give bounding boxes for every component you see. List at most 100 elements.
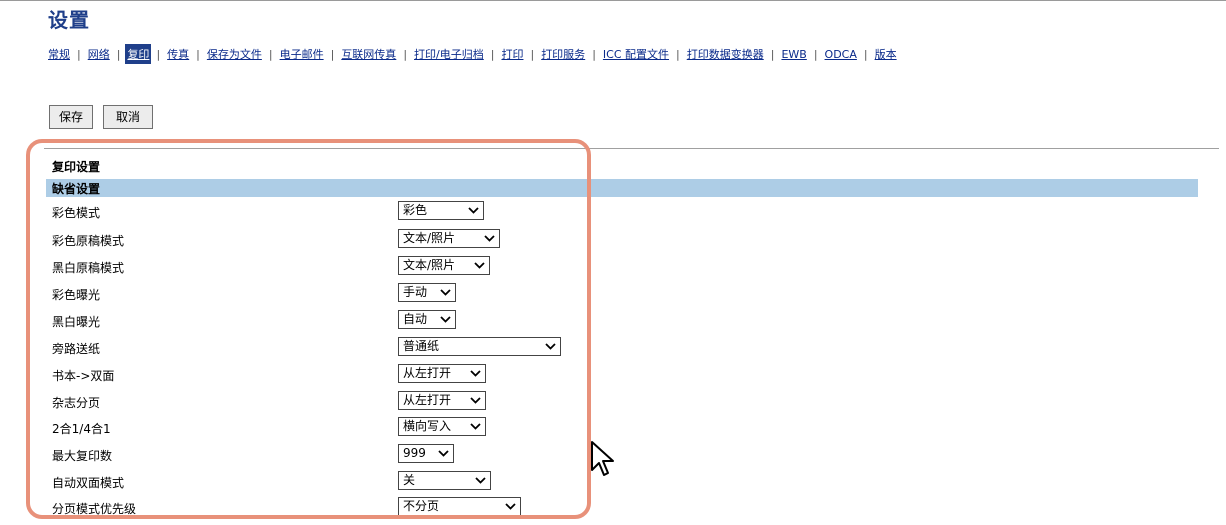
select-value: 关: [403, 473, 416, 487]
bw-original-mode-select[interactable]: 文本/照片: [398, 256, 490, 275]
bw-exposure-select[interactable]: 自动: [398, 310, 456, 329]
chevron-down-icon: [545, 343, 556, 350]
tab-print-efiling[interactable]: 打印/电子归档: [412, 44, 486, 64]
tab-icc-profile[interactable]: ICC 配置文件: [601, 44, 671, 64]
mouse-pointer-icon: [591, 441, 614, 476]
setting-row-color-original-mode: 彩色原稿模式 文本/照片: [0, 229, 600, 251]
sort-mode-priority-select[interactable]: 不分页: [398, 497, 521, 516]
tab-separator: |: [770, 47, 775, 61]
tab-separator: |: [156, 47, 161, 61]
section-band: [46, 179, 1198, 197]
top-border: [0, 0, 1226, 1]
auto-duplex-mode-select[interactable]: 关: [398, 471, 491, 490]
settings-page: 设置 常规 | 网络 | 复印 | 传真 | 保存为文件 | 电子邮件 | 互联…: [0, 0, 1226, 525]
select-value: 手动: [403, 285, 428, 299]
select-value: 普通纸: [403, 339, 440, 353]
tab-version[interactable]: 版本: [873, 44, 899, 64]
chevron-down-icon: [470, 370, 481, 377]
chevron-down-icon: [438, 450, 449, 457]
setting-row-sort-mode-priority: 分页模式优先级 不分页: [0, 497, 600, 519]
divider: [44, 148, 1219, 149]
setting-label: 旁路送纸: [52, 342, 101, 356]
select-value: 横向写入: [403, 419, 452, 433]
chevron-down-icon: [440, 316, 451, 323]
setting-row-magazine-sort: 杂志分页 从左打开: [0, 391, 600, 413]
tab-separator: |: [330, 47, 335, 61]
magazine-sort-select[interactable]: 从左打开: [398, 391, 486, 410]
tab-print-service[interactable]: 打印服务: [539, 44, 587, 64]
setting-label: 书本->双面: [52, 369, 115, 383]
setting-row-max-copies: 最大复印数 999: [0, 444, 600, 466]
select-value: 不分页: [403, 499, 440, 513]
page-title: 设置: [48, 8, 90, 32]
max-copies-select[interactable]: 999: [398, 444, 454, 463]
tab-copy[interactable]: 复印: [125, 44, 152, 64]
tab-separator: |: [268, 47, 273, 61]
tab-separator: |: [490, 47, 495, 61]
select-value: 999: [403, 446, 426, 460]
tab-separator: |: [77, 47, 81, 61]
tab-general[interactable]: 常规: [46, 44, 72, 64]
tab-odca[interactable]: ODCA: [823, 46, 859, 63]
tab-separator: |: [592, 47, 596, 61]
setting-row-auto-duplex-mode: 自动双面模式 关: [0, 471, 600, 493]
setting-row-bypass-feed: 旁路送纸 普通纸: [0, 337, 600, 359]
setting-label: 2合1/4合1: [52, 422, 111, 436]
setting-label: 黑白曝光: [52, 315, 101, 329]
cancel-button[interactable]: 取消: [103, 105, 153, 129]
2in1-4in1-select[interactable]: 横向写入: [398, 417, 486, 436]
setting-label: 分页模式优先级: [52, 502, 137, 516]
select-value: 彩色: [403, 203, 428, 217]
setting-row-color-mode: 彩色模式 彩色: [0, 201, 600, 223]
tab-separator: |: [676, 47, 680, 61]
bypass-feed-select[interactable]: 普通纸: [398, 337, 561, 356]
setting-label: 彩色曝光: [52, 288, 101, 302]
tab-separator: |: [196, 47, 200, 61]
tab-fax[interactable]: 传真: [165, 44, 191, 64]
setting-label: 彩色原稿模式: [52, 234, 125, 248]
chevron-down-icon: [440, 289, 451, 296]
tab-separator: |: [813, 47, 818, 61]
chevron-down-icon: [468, 207, 479, 214]
select-value: 自动: [403, 312, 428, 326]
tab-separator: |: [116, 47, 121, 61]
tab-internet-fax[interactable]: 互联网传真: [339, 44, 398, 64]
tab-network[interactable]: 网络: [86, 44, 112, 64]
chevron-down-icon: [475, 477, 486, 484]
tab-ewb[interactable]: EWB: [779, 46, 808, 63]
setting-row-bw-exposure: 黑白曝光 自动: [0, 310, 600, 332]
tab-separator: |: [530, 47, 535, 61]
color-original-mode-select[interactable]: 文本/照片: [398, 229, 500, 248]
book-to-duplex-select[interactable]: 从左打开: [398, 364, 486, 383]
setting-row-bw-original-mode: 黑白原稿模式 文本/照片: [0, 256, 600, 278]
color-mode-select[interactable]: 彩色: [398, 201, 484, 220]
setting-row-2in1-4in1: 2合1/4合1 横向写入: [0, 417, 600, 439]
chevron-down-icon: [505, 503, 516, 510]
select-value: 文本/照片: [403, 231, 456, 245]
tab-save-as-file[interactable]: 保存为文件: [205, 44, 264, 64]
setting-label: 杂志分页: [52, 396, 101, 410]
setting-label: 彩色模式: [52, 206, 101, 220]
tab-print-data-converter[interactable]: 打印数据变换器: [685, 44, 766, 64]
setting-label: 黑白原稿模式: [52, 261, 125, 275]
chevron-down-icon: [470, 423, 481, 430]
band-label: 缺省设置: [52, 182, 101, 196]
select-value: 从左打开: [403, 366, 452, 380]
setting-label: 自动双面模式: [52, 476, 125, 490]
section-title: 复印设置: [52, 160, 101, 174]
tab-print[interactable]: 打印: [499, 44, 525, 64]
chevron-down-icon: [470, 397, 481, 404]
tab-bar: 常规 | 网络 | 复印 | 传真 | 保存为文件 | 电子邮件 | 互联网传真…: [46, 44, 899, 64]
chevron-down-icon: [484, 235, 495, 242]
color-exposure-select[interactable]: 手动: [398, 283, 456, 302]
tab-separator: |: [863, 47, 868, 61]
tab-email[interactable]: 电子邮件: [278, 44, 326, 64]
select-value: 从左打开: [403, 393, 452, 407]
save-button[interactable]: 保存: [49, 105, 93, 129]
setting-row-color-exposure: 彩色曝光 手动: [0, 283, 600, 305]
select-value: 文本/照片: [403, 258, 456, 272]
chevron-down-icon: [474, 262, 485, 269]
tab-separator: |: [403, 47, 408, 61]
setting-label: 最大复印数: [52, 449, 113, 463]
setting-row-book-to-duplex: 书本->双面 从左打开: [0, 364, 600, 386]
